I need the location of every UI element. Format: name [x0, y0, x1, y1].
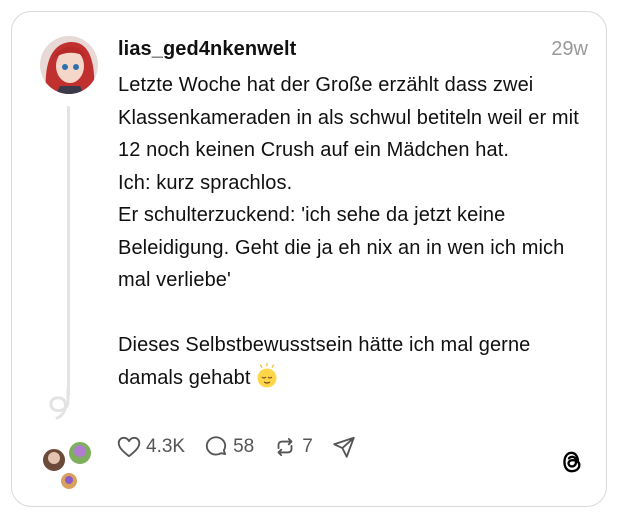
- repost-button[interactable]: 7: [272, 434, 313, 460]
- reply-count: 58: [233, 436, 255, 457]
- comment-icon: [205, 436, 227, 456]
- avatar[interactable]: [40, 36, 98, 94]
- reply-avatar-1: [41, 447, 67, 473]
- threads-logo-icon: [559, 448, 585, 481]
- like-button[interactable]: 4.3K: [116, 434, 185, 460]
- post-actions: 4.3K 58 7: [116, 432, 379, 462]
- post-text-content: Letzte Woche hat der Große erzählt dass …: [118, 74, 579, 389]
- post-time: 29w: [551, 38, 588, 60]
- send-icon: [333, 436, 355, 458]
- thread-loop-icon: [49, 386, 70, 420]
- reply-avatars[interactable]: [40, 440, 100, 492]
- repost-icon: [277, 437, 293, 457]
- reply-avatar-2: [67, 440, 93, 466]
- share-button[interactable]: [331, 434, 361, 460]
- relieved-face-icon: [255, 362, 279, 400]
- reply-button[interactable]: 58: [203, 434, 254, 460]
- reply-avatar-3: [59, 471, 79, 491]
- post-text: Letzte Woche hat der Große erzählt dass …: [118, 69, 588, 399]
- heart-icon: [117, 436, 141, 458]
- thread-line: [67, 106, 70, 396]
- like-count: 4.3K: [146, 436, 186, 457]
- username[interactable]: lias_ged4nkenwelt: [118, 38, 296, 61]
- repost-count: 7: [302, 436, 313, 457]
